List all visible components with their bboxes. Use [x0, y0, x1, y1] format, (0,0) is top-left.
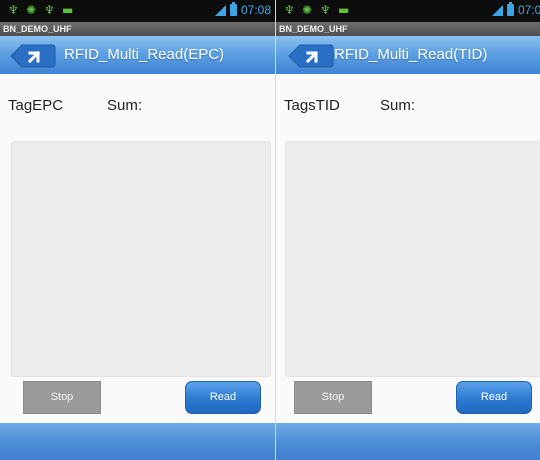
sd-card-icon: ▬	[338, 3, 350, 17]
usb-icon: ♆	[320, 3, 331, 17]
notification-icons: ♆ ✺ ♆ ▬	[8, 4, 73, 17]
clock: 07:08	[517, 3, 540, 17]
status-bar: ♆ ✺ ♆ ▬ 07:08	[276, 0, 540, 22]
back-button[interactable]	[10, 44, 56, 68]
read-button[interactable]: Read	[185, 381, 261, 414]
clock: 07:08	[240, 3, 271, 17]
notification-icons: ♆ ✺ ♆ ▬	[284, 4, 349, 17]
tag-label: TagEPC	[8, 97, 64, 114]
usb-icon: ♆	[8, 3, 19, 17]
status-right: 07:08	[491, 2, 540, 17]
android-icon: ✺	[26, 3, 37, 17]
status-bar: ♆ ✺ ♆ ▬ 07:08	[0, 0, 275, 22]
tag-label: TagsTID	[284, 97, 340, 114]
screen-title: RFID_Multi_Read(TID)	[334, 46, 488, 63]
back-arrow-icon	[10, 44, 56, 68]
app-name: BN_DEMO_UHF	[0, 22, 275, 36]
status-right: 07:08	[214, 2, 271, 17]
usb-icon: ♆	[284, 3, 295, 17]
action-bar: RFID_Multi_Read(TID)	[276, 36, 540, 74]
back-button[interactable]	[288, 44, 334, 68]
signal-icon	[214, 4, 226, 16]
sd-card-icon: ▬	[62, 3, 74, 17]
battery-icon	[506, 2, 514, 16]
bottom-bar	[276, 423, 540, 460]
sum-label: Sum:	[107, 97, 143, 114]
app-name: BN_DEMO_UHF	[276, 22, 540, 36]
screen-epc: ♆ ✺ ♆ ▬ 07:08 BN_DEMO_UHF RFID_Multi_Rea…	[0, 0, 275, 460]
stop-button[interactable]: Stop	[294, 381, 372, 414]
bottom-bar	[0, 423, 275, 460]
back-arrow-icon	[288, 44, 334, 68]
tag-list[interactable]	[11, 141, 271, 377]
usb-icon: ♆	[44, 3, 55, 17]
signal-icon	[491, 4, 503, 16]
tag-list[interactable]	[285, 141, 540, 377]
screen-title: RFID_Multi_Read(EPC)	[64, 46, 225, 63]
sum-label: Sum:	[380, 97, 416, 114]
screen-tid: ♆ ✺ ♆ ▬ 07:08 BN_DEMO_UHF RFID_Multi_Rea…	[275, 0, 540, 460]
tag-header: TagsTID Sum:	[276, 97, 540, 117]
action-bar: RFID_Multi_Read(EPC)	[0, 36, 275, 74]
stop-button[interactable]: Stop	[23, 381, 101, 414]
tag-header: TagEPC Sum:	[0, 97, 275, 117]
android-icon: ✺	[302, 3, 313, 17]
battery-icon	[229, 2, 237, 16]
read-button[interactable]: Read	[456, 381, 532, 414]
